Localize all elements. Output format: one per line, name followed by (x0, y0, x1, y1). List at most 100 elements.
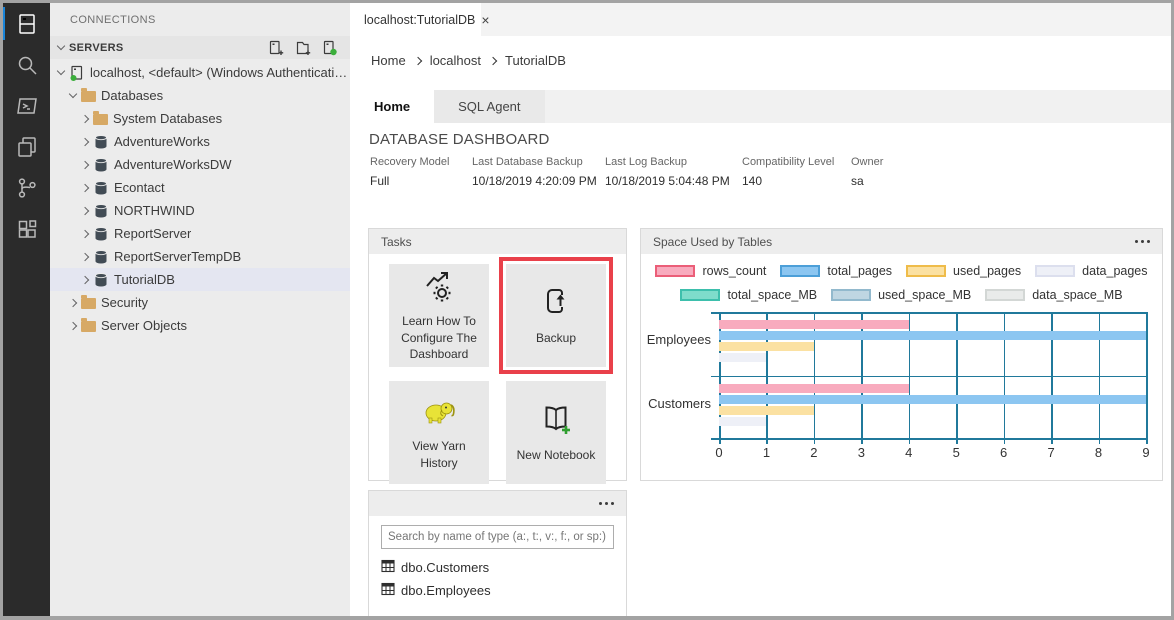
activitybar-item-search[interactable] (3, 44, 50, 85)
tasks-panel-header: Tasks (369, 229, 626, 254)
tree-item[interactable]: ReportServer (50, 222, 350, 245)
legend-item-data_space_MB[interactable]: data_space_MB (985, 288, 1122, 302)
search-icon (15, 53, 39, 77)
property: Compatibility Level140 (742, 156, 851, 188)
table-search-panel-header (369, 491, 626, 516)
bar-rows_count-employees (719, 320, 909, 329)
editor-area: localhost:TutorialDB × Home localhost Tuto… (350, 3, 1171, 616)
breadcrumb-item[interactable]: TutorialDB (505, 53, 566, 68)
chevron-right-icon[interactable] (81, 206, 89, 214)
tree-item[interactable]: Databases (50, 84, 350, 107)
legend-item-data_pages[interactable]: data_pages (1035, 264, 1147, 278)
chevron-right-icon[interactable] (81, 137, 89, 145)
category-separator-line (711, 376, 1146, 378)
legend-item-used_pages[interactable]: used_pages (906, 264, 1021, 278)
breadcrumb-item[interactable]: Home (371, 53, 406, 68)
list-item-label: dbo.Customers (401, 560, 489, 575)
property-label: Compatibility Level (742, 156, 851, 168)
activitybar-item-source-control[interactable] (3, 167, 50, 208)
chevron-right-icon (489, 57, 497, 65)
app-window: CONNECTIONS SERVERS localhost, <default>… (0, 0, 1174, 620)
chevron-down-icon[interactable] (69, 90, 77, 98)
tree-item-label: ReportServer (114, 226, 191, 241)
view-yarn-history-button[interactable]: View Yarn History (389, 381, 489, 484)
legend-item-used_space_MB[interactable]: used_space_MB (831, 288, 971, 302)
more-options-icon[interactable] (1135, 236, 1150, 247)
tree-item-label: localhost, <default> (Windows Authentica… (90, 65, 350, 80)
new-notebook-button[interactable]: New Notebook (506, 381, 606, 484)
folder-icon (93, 114, 108, 125)
activitybar-item-notebooks[interactable] (3, 126, 50, 167)
server-icon (69, 65, 85, 81)
breadcrumb-item[interactable]: localhost (430, 53, 481, 68)
legend-item-total_pages[interactable]: total_pages (780, 264, 892, 278)
tree-item-label: AdventureWorks (114, 134, 210, 149)
chevron-right-icon[interactable] (81, 114, 89, 122)
servers-section-header[interactable]: SERVERS (50, 36, 350, 59)
backup-icon (539, 285, 573, 319)
axis-tick (1099, 439, 1101, 444)
bar-used_pages-customers (719, 406, 814, 415)
tree-item[interactable]: Econtact (50, 176, 350, 199)
chevron-right-icon[interactable] (81, 183, 89, 191)
chevron-right-icon[interactable] (81, 275, 89, 283)
table-icon (381, 559, 395, 573)
tree-item[interactable]: ReportServerTempDB (50, 245, 350, 268)
tab-home[interactable]: Home (350, 90, 434, 123)
close-icon[interactable]: × (481, 13, 489, 27)
tree-item[interactable]: TutorialDB (50, 268, 350, 291)
legend-item-total_space_MB[interactable]: total_space_MB (680, 288, 817, 302)
x-tick-label: 0 (707, 445, 731, 460)
learn-how-to-configure-the-dashboard-button[interactable]: Learn How To Configure The Dashboard (389, 264, 489, 367)
active-connections-icon[interactable] (322, 40, 338, 56)
tree-item[interactable]: AdventureWorksDW (50, 153, 350, 176)
category-label: Employees (641, 332, 711, 347)
tab-sql-agent[interactable]: SQL Agent (434, 90, 544, 123)
list-item-dbo-employees[interactable]: dbo.Employees (381, 579, 614, 602)
backup-button[interactable]: Backup (506, 264, 606, 367)
activitybar-item-terminal[interactable] (3, 85, 50, 126)
tree-item[interactable]: localhost, <default> (Windows Authentica… (50, 61, 350, 84)
tree-item[interactable]: Server Objects (50, 314, 350, 337)
database-icon (93, 180, 109, 196)
chevron-down-icon (57, 42, 65, 50)
chevron-right-icon[interactable] (81, 252, 89, 260)
terminal-icon (15, 94, 39, 118)
search-input[interactable] (381, 525, 614, 549)
space-used-panel-title: Space Used by Tables (653, 235, 772, 249)
property-value: 10/18/2019 5:04:48 PM (605, 174, 742, 188)
chevron-right-icon[interactable] (81, 160, 89, 168)
list-item-dbo-customers[interactable]: dbo.Customers (381, 556, 614, 579)
tree-item[interactable]: System Databases (50, 107, 350, 130)
chevron-right-icon[interactable] (81, 229, 89, 237)
chevron-right-icon[interactable] (69, 298, 77, 306)
legend-label: rows_count (702, 264, 766, 278)
folder-icon (81, 298, 96, 309)
tree-item[interactable]: AdventureWorks (50, 130, 350, 153)
chevron-right-icon[interactable] (69, 321, 77, 329)
database-icon (93, 134, 109, 150)
bar-used_pages-employees (719, 342, 814, 351)
property-label: Recovery Model (370, 156, 472, 168)
activitybar-item-extensions[interactable] (3, 208, 50, 249)
bar-total_pages-employees (719, 331, 1146, 340)
tree-item[interactable]: NORTHWIND (50, 199, 350, 222)
object-list: dbo.Customers dbo.Employees (381, 556, 614, 602)
database-icon (93, 203, 109, 219)
activitybar-item-connections[interactable] (3, 3, 50, 44)
tree-item[interactable]: Security (50, 291, 350, 314)
x-tick-label: 4 (897, 445, 921, 460)
legend-item-rows_count[interactable]: rows_count (655, 264, 766, 278)
new-server-group-icon[interactable] (295, 40, 311, 56)
chevron-down-icon[interactable] (57, 67, 65, 75)
legend-label: total_space_MB (727, 288, 817, 302)
notebooks-icon (15, 135, 39, 159)
gridline (1146, 312, 1148, 439)
x-tick-label: 8 (1087, 445, 1111, 460)
activity-bar (3, 3, 50, 616)
new-connection-icon[interactable] (268, 40, 284, 56)
tab-localhost-tutorialdb[interactable]: localhost:TutorialDB × (350, 3, 481, 36)
x-tick-label: 3 (849, 445, 873, 460)
more-options-icon[interactable] (599, 498, 614, 509)
editor-tabstrip: localhost:TutorialDB × (350, 3, 1171, 36)
